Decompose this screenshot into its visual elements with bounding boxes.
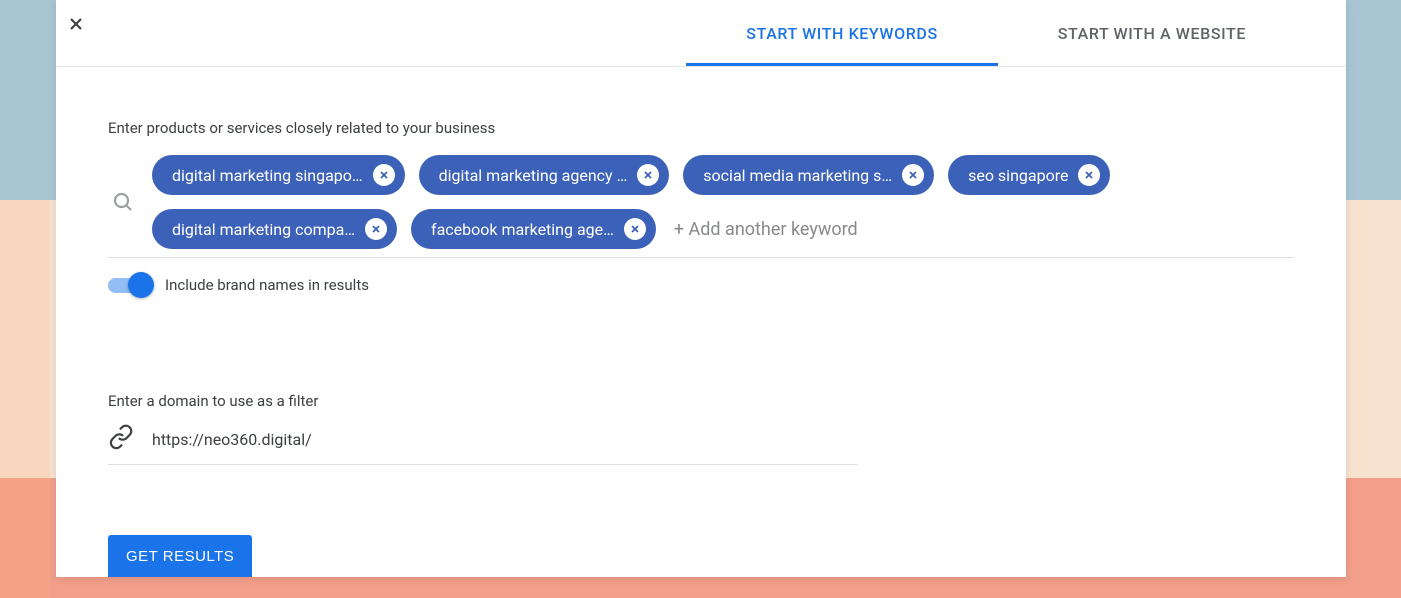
enter-domain-label: Enter a domain to use as a filter <box>108 392 1294 410</box>
chips-container: digital marketing singapo… digital market… <box>152 155 1294 249</box>
keyword-chip-label: digital marketing singapo… <box>172 166 363 185</box>
keyword-chip[interactable]: digital marketing singapo… <box>152 155 405 195</box>
keyword-chip[interactable]: social media marketing s… <box>683 155 934 195</box>
keyword-chip[interactable]: seo singapore <box>948 155 1110 195</box>
link-icon <box>108 424 134 454</box>
include-brands-toggle[interactable] <box>108 276 150 294</box>
keyword-chip-label: seo singapore <box>968 166 1068 185</box>
add-keyword-input[interactable]: + Add another keyword <box>670 213 862 246</box>
keyword-chip[interactable]: digital marketing agency … <box>419 155 670 195</box>
keyword-chip-label: social media marketing s… <box>703 166 892 185</box>
chip-remove-icon[interactable] <box>373 164 395 186</box>
tabs-bar: START WITH KEYWORDS START WITH A WEBSITE <box>56 0 1346 67</box>
chip-remove-icon[interactable] <box>624 218 646 240</box>
chip-remove-icon[interactable] <box>902 164 924 186</box>
content-area: Enter products or services closely relat… <box>56 119 1346 465</box>
keyword-input-row[interactable]: digital marketing singapo… digital market… <box>108 155 1294 258</box>
keyword-planner-card: START WITH KEYWORDS START WITH A WEBSITE… <box>56 0 1346 577</box>
include-brands-label: Include brand names in results <box>165 276 369 294</box>
include-brands-row: Include brand names in results <box>108 276 1294 294</box>
domain-input[interactable] <box>152 430 858 449</box>
chip-remove-icon[interactable] <box>637 164 659 186</box>
tab-start-with-website[interactable]: START WITH A WEBSITE <box>998 0 1306 66</box>
get-results-button[interactable]: GET RESULTS <box>108 535 252 577</box>
keyword-chip-label: digital marketing compa… <box>172 220 355 239</box>
search-icon <box>108 190 138 214</box>
close-icon[interactable] <box>66 14 86 38</box>
tab-start-with-keywords[interactable]: START WITH KEYWORDS <box>686 0 997 66</box>
chip-remove-icon[interactable] <box>1078 164 1100 186</box>
chip-remove-icon[interactable] <box>365 218 387 240</box>
keyword-chip-label: facebook marketing age… <box>431 220 614 239</box>
keyword-chip[interactable]: digital marketing compa… <box>152 209 397 249</box>
domain-filter-section: Enter a domain to use as a filter <box>108 392 1294 465</box>
keyword-chip-label: digital marketing agency … <box>439 166 628 185</box>
domain-input-row <box>108 424 858 465</box>
enter-products-label: Enter products or services closely relat… <box>108 119 1294 137</box>
keyword-chip[interactable]: facebook marketing age… <box>411 209 656 249</box>
